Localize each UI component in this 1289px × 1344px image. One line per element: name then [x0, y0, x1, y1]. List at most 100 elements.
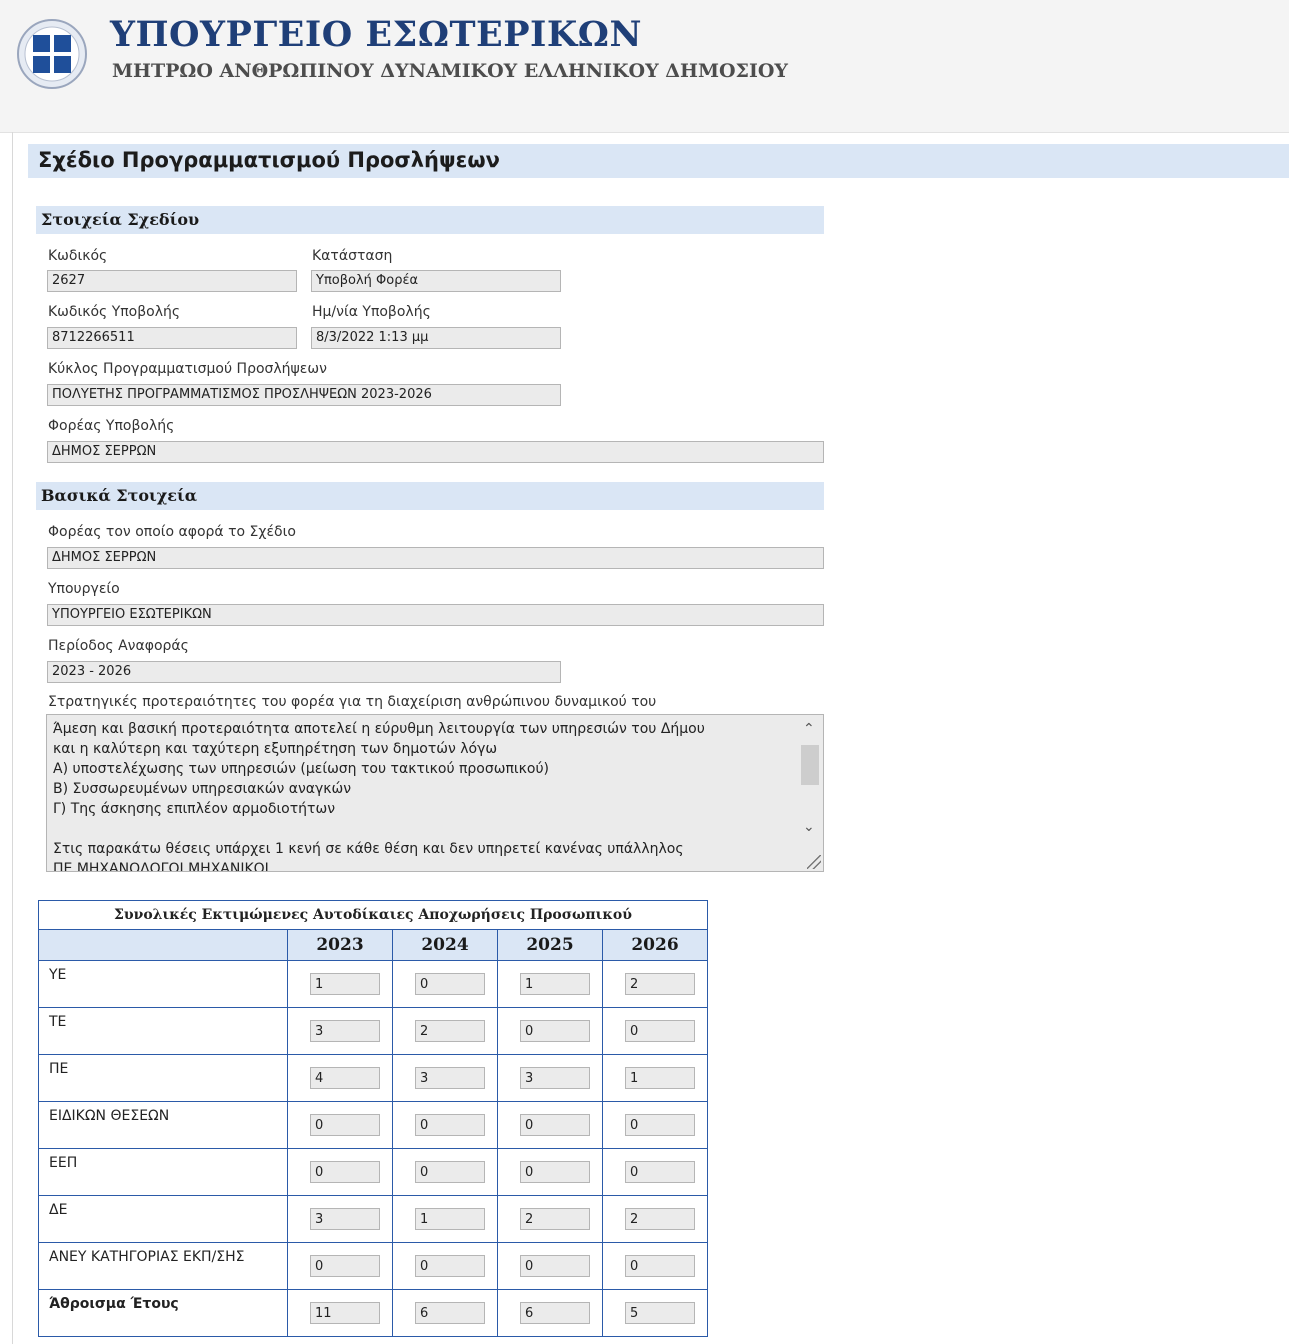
table-cell: 0 — [497, 1242, 603, 1290]
plan-section-title: Στοιχεία Σχεδίου — [41, 210, 200, 229]
value-field[interactable]: 0 — [415, 1161, 485, 1183]
table-cell: 5 — [602, 1289, 708, 1337]
value-field[interactable]: 1 — [415, 1208, 485, 1230]
value-field[interactable]: 0 — [520, 1114, 590, 1136]
cycle-field[interactable]: ΠΟΛΥΕΤΗΣ ΠΡΟΓΡΑΜΜΑΤΙΣΜΟΣ ΠΡΟΣΛΗΨΕΩΝ 2023… — [47, 384, 561, 406]
table-row: ΥΕ 1 0 1 2 — [38, 960, 708, 1008]
table-caption: Συνολικές Εκτιμώμενες Αυτοδίκαιες Αποχωρ… — [38, 900, 708, 930]
period-field[interactable]: 2023 - 2026 — [47, 661, 561, 683]
table-cell: 2 — [497, 1195, 603, 1243]
value-field[interactable]: 2 — [415, 1020, 485, 1042]
table-row: ΤΕ 3 2 0 0 — [38, 1007, 708, 1055]
table-cell: 0 — [392, 1101, 498, 1149]
value-field[interactable]: 0 — [520, 1161, 590, 1183]
table-cell: 0 — [602, 1148, 708, 1196]
submission-code-field[interactable]: 8712266511 — [47, 327, 297, 349]
table-cell: 0 — [287, 1148, 393, 1196]
scroll-up-icon[interactable]: ⌃ — [803, 721, 815, 737]
table-cell: 1 — [392, 1195, 498, 1243]
value-field[interactable]: 0 — [415, 1114, 485, 1136]
table-cell: 3 — [497, 1054, 603, 1102]
table-cell: 0 — [497, 1007, 603, 1055]
table-row: ΑΝΕΥ ΚΑΤΗΓΟΡΙΑΣ ΕΚΠ/ΣΗΣ 0 0 0 0 — [38, 1242, 708, 1290]
value-field[interactable]: 0 — [625, 1255, 695, 1277]
submission-date-field[interactable]: 8/3/2022 1:13 μμ — [311, 327, 561, 349]
table-row: ΠΕ 4 3 3 1 — [38, 1054, 708, 1102]
total-field[interactable]: 6 — [415, 1302, 485, 1324]
entity-field[interactable]: ΔΗΜΟΣ ΣΕΡΡΩΝ — [47, 547, 824, 569]
code-field[interactable]: 2627 — [47, 270, 297, 292]
value-field[interactable]: 3 — [520, 1067, 590, 1089]
value-field[interactable]: 0 — [520, 1020, 590, 1042]
year-header: 2025 — [497, 929, 603, 961]
submission-code-label: Κωδικός Υποβολής — [48, 304, 181, 320]
row-label: ΤΕ — [38, 1007, 288, 1055]
resize-grip-icon[interactable] — [807, 855, 821, 869]
cycle-label: Κύκλος Προγραμματισμού Προσλήψεων — [48, 361, 327, 377]
row-label-total: Άθροισμα Έτους — [38, 1289, 288, 1337]
priorities-label: Στρατηγικές προτεραιότητες του φορέα για… — [48, 694, 657, 710]
value-field[interactable]: 2 — [625, 1208, 695, 1230]
scroll-down-icon[interactable]: ⌄ — [803, 819, 815, 835]
row-label: ΥΕ — [38, 960, 288, 1008]
scroll-thumb[interactable] — [801, 745, 819, 785]
submitter-field[interactable]: ΔΗΜΟΣ ΣΕΡΡΩΝ — [47, 441, 824, 463]
table-row: ΕΕΠ 0 0 0 0 — [38, 1148, 708, 1196]
ministry-field[interactable]: ΥΠΟΥΡΓΕΙΟ ΕΣΩΤΕΡΙΚΩΝ — [47, 604, 824, 626]
page-title-bar: Σχέδιο Προγραμματισμού Προσλήψεων — [28, 144, 1289, 178]
table-cell: 0 — [602, 1242, 708, 1290]
row-label: ΠΕ — [38, 1054, 288, 1102]
value-field[interactable]: 0 — [625, 1020, 695, 1042]
content-left-rule — [12, 132, 13, 1344]
plan-section-header: Στοιχεία Σχεδίου — [36, 206, 824, 234]
value-field[interactable]: 3 — [415, 1067, 485, 1089]
value-field[interactable]: 0 — [415, 1255, 485, 1277]
value-field[interactable]: 1 — [625, 1067, 695, 1089]
status-label: Κατάσταση — [312, 248, 393, 264]
app-subtitle: ΜΗΤΡΩΟ ΑΝΘΡΩΠΙΝΟΥ ΔΥΝΑΜΙΚΟΥ ΕΛΛΗΝΙΚΟΥ ΔΗ… — [112, 60, 788, 82]
status-field[interactable]: Υποβολή Φορέα — [311, 270, 561, 292]
value-field[interactable]: 0 — [625, 1114, 695, 1136]
value-field[interactable]: 3 — [310, 1020, 380, 1042]
value-field[interactable]: 1 — [310, 973, 380, 995]
table-cell: 0 — [497, 1148, 603, 1196]
value-field[interactable]: 0 — [415, 973, 485, 995]
total-field[interactable]: 5 — [625, 1302, 695, 1324]
priorities-textarea[interactable]: Άμεση και βασική προτεραιότητα αποτελεί … — [46, 714, 824, 872]
retirements-table: Συνολικές Εκτιμώμενες Αυτοδίκαιες Αποχωρ… — [38, 900, 708, 1337]
table-cell: 0 — [392, 1242, 498, 1290]
year-header: 2024 — [392, 929, 498, 961]
table-cell: 0 — [392, 1148, 498, 1196]
table-cell: 3 — [287, 1195, 393, 1243]
ministry-logo-icon — [17, 19, 87, 89]
table-cell: 2 — [602, 960, 708, 1008]
value-field[interactable]: 0 — [520, 1255, 590, 1277]
total-field[interactable]: 11 — [310, 1302, 380, 1324]
value-field[interactable]: 2 — [520, 1208, 590, 1230]
value-field[interactable]: 0 — [310, 1161, 380, 1183]
header-empty — [38, 929, 288, 961]
value-field[interactable]: 0 — [625, 1161, 695, 1183]
table-cell: 0 — [602, 1007, 708, 1055]
row-label: ΕΙΔΙΚΩΝ ΘΕΣΕΩΝ — [38, 1101, 288, 1149]
table-row: ΕΙΔΙΚΩΝ ΘΕΣΕΩΝ 0 0 0 0 — [38, 1101, 708, 1149]
table-cell: 6 — [392, 1289, 498, 1337]
table-row: ΔΕ 3 1 2 2 — [38, 1195, 708, 1243]
table-caption-row: Συνολικές Εκτιμώμενες Αυτοδίκαιες Αποχωρ… — [38, 900, 708, 930]
value-field[interactable]: 3 — [310, 1208, 380, 1230]
total-field[interactable]: 6 — [520, 1302, 590, 1324]
value-field[interactable]: 0 — [310, 1114, 380, 1136]
ministry-label: Υπουργείο — [48, 581, 120, 597]
table-cell: 4 — [287, 1054, 393, 1102]
basic-section-title: Βασικά Στοιχεία — [41, 486, 198, 505]
value-field[interactable]: 2 — [625, 973, 695, 995]
value-field[interactable]: 1 — [520, 973, 590, 995]
priorities-text: Άμεση και βασική προτεραιότητα αποτελεί … — [53, 721, 705, 872]
submitter-label: Φορέας Υποβολής — [48, 418, 175, 434]
table-cell: 0 — [497, 1101, 603, 1149]
year-header: 2026 — [602, 929, 708, 961]
value-field[interactable]: 0 — [310, 1255, 380, 1277]
priorities-scrollbar[interactable]: ⌃ ⌄ — [797, 715, 823, 855]
value-field[interactable]: 4 — [310, 1067, 380, 1089]
app-title: ΥΠΟΥΡΓΕΙΟ ΕΣΩΤΕΡΙΚΩΝ — [110, 14, 642, 55]
